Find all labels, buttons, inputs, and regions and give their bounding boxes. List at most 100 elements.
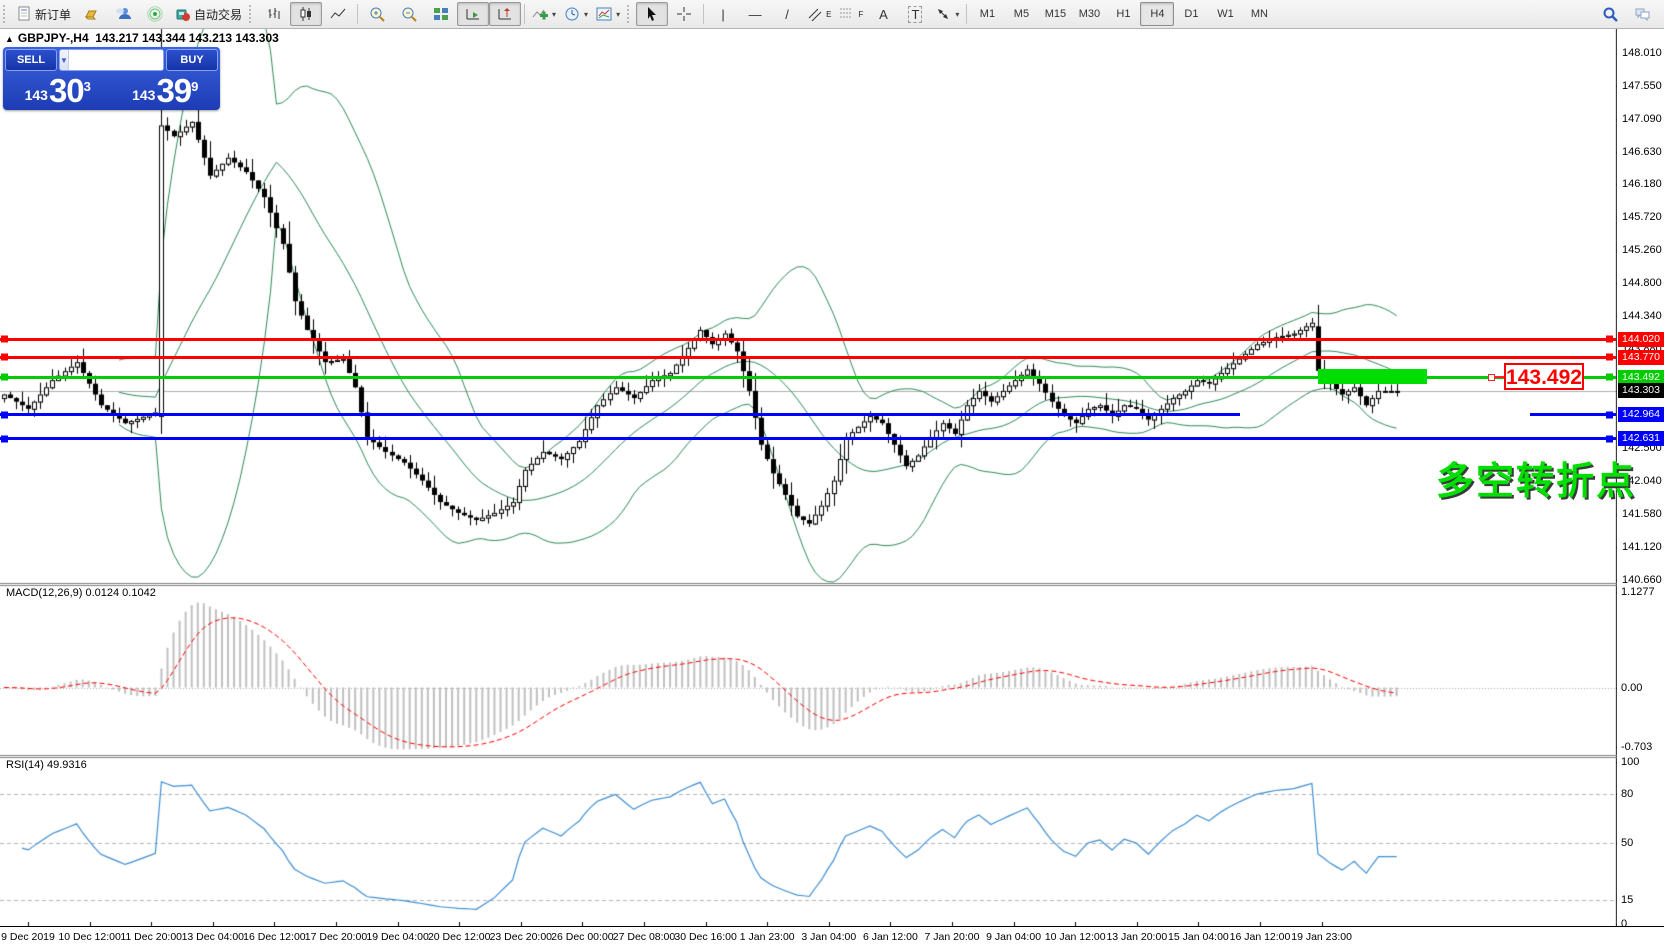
- new-order-icon: [16, 6, 32, 22]
- horizontal-line-142.964[interactable]: [1530, 413, 1616, 416]
- ohlc-collapse-arrow[interactable]: ▲: [5, 34, 14, 44]
- zoom-in-button[interactable]: [361, 2, 393, 26]
- periods-button[interactable]: ▾: [560, 2, 592, 26]
- channel-icon: [807, 6, 823, 22]
- time-tick-label: 30 Dec 16:00: [674, 931, 736, 943]
- search-button[interactable]: [1594, 2, 1626, 26]
- chart-shift-button[interactable]: [489, 2, 521, 26]
- timeframe-bar: M1M5M15M30H1H4D1W1MN: [970, 2, 1276, 26]
- candlestick-icon: [298, 6, 314, 22]
- line-anchor[interactable]: [1, 435, 8, 442]
- line-chart-button[interactable]: [322, 2, 354, 26]
- buy-button[interactable]: BUY: [166, 49, 218, 71]
- dropdown-caret: ▾: [584, 10, 588, 19]
- timeframe-d1[interactable]: D1: [1174, 2, 1208, 26]
- line-anchor[interactable]: [1606, 354, 1613, 361]
- arrows-button[interactable]: ▾: [931, 2, 963, 26]
- trendline-button[interactable]: /: [771, 2, 803, 26]
- tile-windows-button[interactable]: [425, 2, 457, 26]
- volume-decrease-button[interactable]: ▼: [60, 50, 69, 70]
- indicators-button[interactable]: ▾: [528, 2, 560, 26]
- symbol-header: ▲GBPJPY-,H4 143.217 143.344 143.213 143.…: [5, 31, 279, 45]
- price-level-label[interactable]: 143.492: [1504, 363, 1584, 390]
- timeframe-m15[interactable]: M15: [1038, 2, 1072, 26]
- time-tick-label: 26 Dec 00:00: [551, 931, 613, 943]
- volume-input[interactable]: [69, 50, 164, 70]
- horizontal-line-144.020[interactable]: [0, 338, 1616, 341]
- time-tick-label: 27 Dec 08:00: [613, 931, 675, 943]
- toolbar: 新订单 自动交易: [0, 0, 1664, 29]
- new-order-label: 新订单: [35, 6, 71, 23]
- autotrading-icon: [175, 6, 191, 22]
- new-order-button[interactable]: 新订单: [12, 2, 75, 26]
- chinese-annotation[interactable]: 多空转折点: [1436, 450, 1636, 505]
- sell-price[interactable]: 143 30 3: [5, 72, 111, 107]
- time-tick-label: 16 Dec 12:00: [243, 931, 305, 943]
- periods-clock-icon: [564, 6, 580, 22]
- timeframe-w1[interactable]: W1: [1208, 2, 1242, 26]
- buy-price-pip: 9: [191, 79, 198, 94]
- chart-canvas[interactable]: [0, 28, 1664, 926]
- price-tick-label: 144.800: [1622, 277, 1664, 289]
- community-button[interactable]: [107, 2, 139, 26]
- timeframe-mn[interactable]: MN: [1242, 2, 1276, 26]
- fibonacci-button[interactable]: F: [835, 2, 867, 26]
- line-anchor[interactable]: [1606, 411, 1613, 418]
- line-anchor[interactable]: [1, 374, 8, 381]
- dropdown-caret: ▾: [552, 10, 556, 19]
- templates-button[interactable]: ▾: [592, 2, 624, 26]
- price-tick-label: 145.260: [1622, 244, 1664, 256]
- timeframe-h4[interactable]: H4: [1140, 2, 1174, 26]
- line-anchor[interactable]: [1, 354, 8, 361]
- rsi-scale-label: 0: [1621, 918, 1627, 930]
- toolbar-grip: [627, 5, 633, 23]
- text-label-button[interactable]: T: [899, 2, 931, 26]
- vertical-line-icon: |: [721, 7, 724, 22]
- bar-chart-button[interactable]: [258, 2, 290, 26]
- bar-chart-icon: [266, 6, 282, 22]
- dropdown-caret: ▾: [955, 10, 959, 19]
- price-tick-label: 147.550: [1622, 80, 1664, 92]
- time-tick-label: 9 Dec 2019: [1, 931, 55, 943]
- line-anchor[interactable]: [1606, 374, 1613, 381]
- price-chip-142.964: 142.964: [1618, 407, 1664, 422]
- signals-button[interactable]: [139, 2, 171, 26]
- text-button[interactable]: A: [867, 2, 899, 26]
- horizontal-line-142.964[interactable]: [0, 413, 1240, 416]
- zoom-out-button[interactable]: [393, 2, 425, 26]
- timeframe-h1[interactable]: H1: [1106, 2, 1140, 26]
- time-tick-label: 3 Jan 04:00: [801, 931, 856, 943]
- vertical-line-button[interactable]: |: [707, 2, 739, 26]
- market-button[interactable]: [75, 2, 107, 26]
- price-tick-label: 141.120: [1622, 541, 1664, 553]
- price-tick-label: 141.580: [1622, 508, 1664, 520]
- line-anchor[interactable]: [1606, 336, 1613, 343]
- line-anchor[interactable]: [1, 336, 8, 343]
- timeframe-m5[interactable]: M5: [1004, 2, 1038, 26]
- auto-scroll-button[interactable]: [457, 2, 489, 26]
- toolbar-separator: [524, 4, 525, 24]
- auto-trading-button[interactable]: 自动交易: [171, 2, 246, 26]
- chat-button[interactable]: [1626, 2, 1658, 26]
- timeframe-m30[interactable]: M30: [1072, 2, 1106, 26]
- highlight-rectangle[interactable]: [1318, 369, 1427, 384]
- crosshair-button[interactable]: [668, 2, 700, 26]
- search-icon: [1602, 6, 1618, 22]
- horizontal-line-142.631[interactable]: [0, 437, 1616, 440]
- sell-button[interactable]: SELL: [5, 49, 57, 71]
- candlestick-button[interactable]: [290, 2, 322, 26]
- price-tick-label: 144.340: [1622, 310, 1664, 322]
- horizontal-line-143.770[interactable]: [0, 356, 1616, 359]
- tile-windows-icon: [433, 6, 449, 22]
- line-anchor[interactable]: [1, 411, 8, 418]
- time-tick-label: 11 Dec 20:00: [120, 931, 182, 943]
- cursor-button[interactable]: [636, 2, 668, 26]
- horizontal-line-button[interactable]: —: [739, 2, 771, 26]
- line-anchor[interactable]: [1606, 435, 1613, 442]
- time-tick-label: 10 Jan 12:00: [1045, 931, 1106, 943]
- buy-price[interactable]: 143 39 9: [113, 72, 219, 107]
- time-tick-label: 20 Dec 12:00: [428, 931, 490, 943]
- channel-button[interactable]: E: [803, 2, 835, 26]
- chart-shift-icon: [497, 6, 513, 22]
- timeframe-m1[interactable]: M1: [970, 2, 1004, 26]
